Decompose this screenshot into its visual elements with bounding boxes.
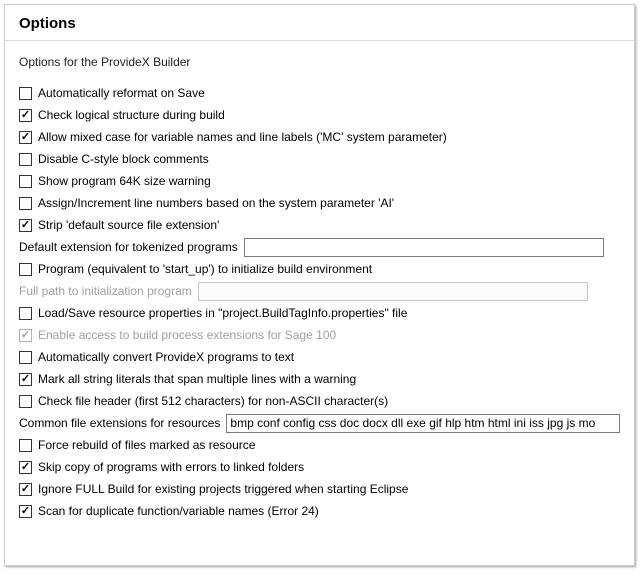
label-load-save-rsrc: Load/Save resource properties in "projec… <box>38 306 407 320</box>
row-default-ext: Default extension for tokenized programs <box>19 237 620 257</box>
checkbox-allow-mixed[interactable] <box>19 131 32 144</box>
label-auto-convert-txt: Automatically convert ProvideX programs … <box>38 350 294 364</box>
label-force-rebuild: Force rebuild of files marked as resourc… <box>38 438 255 452</box>
option-force-rebuild: Force rebuild of files marked as resourc… <box>19 435 620 455</box>
checkbox-check-logical[interactable] <box>19 109 32 122</box>
label-assign-inc: Assign/Increment line numbers based on t… <box>38 196 394 210</box>
label-scan-dup: Scan for duplicate function/variable nam… <box>38 504 319 518</box>
label-disable-cstyle: Disable C-style block comments <box>38 152 209 166</box>
label-common-ext: Common file extensions for resources <box>19 416 220 430</box>
panel-title: Options <box>5 5 634 41</box>
label-check-file-hdr: Check file header (first 512 characters)… <box>38 394 388 408</box>
option-strip-ext: Strip 'default source file extension' <box>19 215 620 235</box>
checkbox-auto-reformat[interactable] <box>19 87 32 100</box>
checkbox-program-startup[interactable] <box>19 263 32 276</box>
option-mark-string-lit: Mark all string literals that span multi… <box>19 369 620 389</box>
option-allow-mixed: Allow mixed case for variable names and … <box>19 127 620 147</box>
option-load-save-rsrc: Load/Save resource properties in "projec… <box>19 303 620 323</box>
option-disable-cstyle: Disable C-style block comments <box>19 149 620 169</box>
label-skip-copy-err: Skip copy of programs with errors to lin… <box>38 460 304 474</box>
label-check-logical: Check logical structure during build <box>38 108 225 122</box>
label-auto-reformat: Automatically reformat on Save <box>38 86 205 100</box>
checkbox-assign-inc[interactable] <box>19 197 32 210</box>
options-panel: Options Options for the ProvideX Builder… <box>4 4 635 566</box>
label-show-64k: Show program 64K size warning <box>38 174 211 188</box>
label-default-ext: Default extension for tokenized programs <box>19 240 238 254</box>
option-show-64k: Show program 64K size warning <box>19 171 620 191</box>
checkbox-load-save-rsrc[interactable] <box>19 307 32 320</box>
row-common-ext: Common file extensions for resources bmp… <box>19 413 620 433</box>
checkbox-scan-dup[interactable] <box>19 505 32 518</box>
checkbox-mark-string-lit[interactable] <box>19 373 32 386</box>
label-enable-sage100: Enable access to build process extension… <box>38 328 336 342</box>
option-program-startup: Program (equivalent to 'start_up') to in… <box>19 259 620 279</box>
option-ignore-full-build: Ignore FULL Build for existing projects … <box>19 479 620 499</box>
checkbox-disable-cstyle[interactable] <box>19 153 32 166</box>
label-fullpath: Full path to initialization program <box>19 284 192 298</box>
option-enable-sage100: Enable access to build process extension… <box>19 325 620 345</box>
option-assign-inc: Assign/Increment line numbers based on t… <box>19 193 620 213</box>
panel-body: Options for the ProvideX Builder Automat… <box>5 41 634 533</box>
checkbox-strip-ext[interactable] <box>19 219 32 232</box>
row-fullpath: Full path to initialization program <box>19 281 620 301</box>
label-ignore-full-build: Ignore FULL Build for existing projects … <box>38 482 408 496</box>
input-fullpath <box>198 282 588 301</box>
label-program-startup: Program (equivalent to 'start_up') to in… <box>38 262 372 276</box>
option-scan-dup: Scan for duplicate function/variable nam… <box>19 501 620 521</box>
option-check-file-hdr: Check file header (first 512 characters)… <box>19 391 620 411</box>
input-default-ext[interactable] <box>244 238 604 257</box>
checkbox-force-rebuild[interactable] <box>19 439 32 452</box>
checkbox-ignore-full-build[interactable] <box>19 483 32 496</box>
option-auto-convert-txt: Automatically convert ProvideX programs … <box>19 347 620 367</box>
checkbox-enable-sage100 <box>19 329 32 342</box>
panel-subtitle: Options for the ProvideX Builder <box>19 55 620 69</box>
checkbox-skip-copy-err[interactable] <box>19 461 32 474</box>
label-mark-string-lit: Mark all string literals that span multi… <box>38 372 356 386</box>
option-check-logical: Check logical structure during build <box>19 105 620 125</box>
option-skip-copy-err: Skip copy of programs with errors to lin… <box>19 457 620 477</box>
label-allow-mixed: Allow mixed case for variable names and … <box>38 130 447 144</box>
input-common-ext[interactable]: bmp conf config css doc docx dll exe gif… <box>226 414 620 433</box>
checkbox-auto-convert-txt[interactable] <box>19 351 32 364</box>
checkbox-show-64k[interactable] <box>19 175 32 188</box>
option-auto-reformat: Automatically reformat on Save <box>19 83 620 103</box>
checkbox-check-file-hdr[interactable] <box>19 395 32 408</box>
label-strip-ext: Strip 'default source file extension' <box>38 218 219 232</box>
